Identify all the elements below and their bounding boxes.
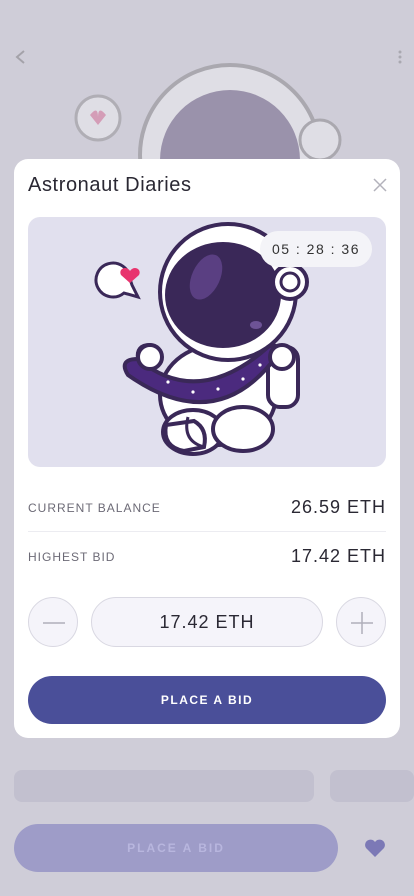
decrease-bid-button[interactable] — [28, 597, 78, 647]
nft-artwork: 05 : 28 : 36 — [28, 217, 386, 467]
highest-bid-value: 17.42 ETH — [290, 546, 386, 566]
highest-bid-label: HIGHEST BID — [28, 549, 116, 564]
heart-icon — [365, 839, 385, 857]
auction-timer: 05 : 28 : 36 — [259, 231, 372, 267]
bid-amount-input[interactable] — [91, 597, 323, 647]
highest-bid-row: HIGHEST BID 17.42 ETH — [28, 546, 386, 567]
bg-place-bid-button: PLACE A BID — [14, 824, 338, 872]
current-balance-label: CURRENT BALANCE — [28, 500, 161, 515]
plus-icon — [351, 612, 373, 634]
more-icon — [398, 50, 402, 64]
bg-card — [330, 770, 414, 802]
back-arrow-icon — [15, 50, 25, 64]
bg-place-bid-label: PLACE A BID — [127, 841, 225, 855]
bid-modal: Astronaut Diaries 05: 28: 36 CURRENT B… — [14, 159, 400, 738]
place-bid-button[interactable]: PLACE A BID — [28, 676, 386, 724]
divider — [28, 531, 386, 532]
close-icon[interactable] — [372, 177, 388, 193]
increase-bid-button[interactable] — [336, 597, 386, 647]
minus-icon — [43, 622, 65, 624]
current-balance-row: CURRENT BALANCE 26.59 ETH — [28, 497, 386, 518]
heart-bubble-icon — [94, 261, 141, 300]
bg-card — [14, 770, 314, 802]
current-balance-value: 26.59 ETH — [290, 497, 386, 517]
modal-title: Astronaut Diaries — [28, 174, 192, 196]
